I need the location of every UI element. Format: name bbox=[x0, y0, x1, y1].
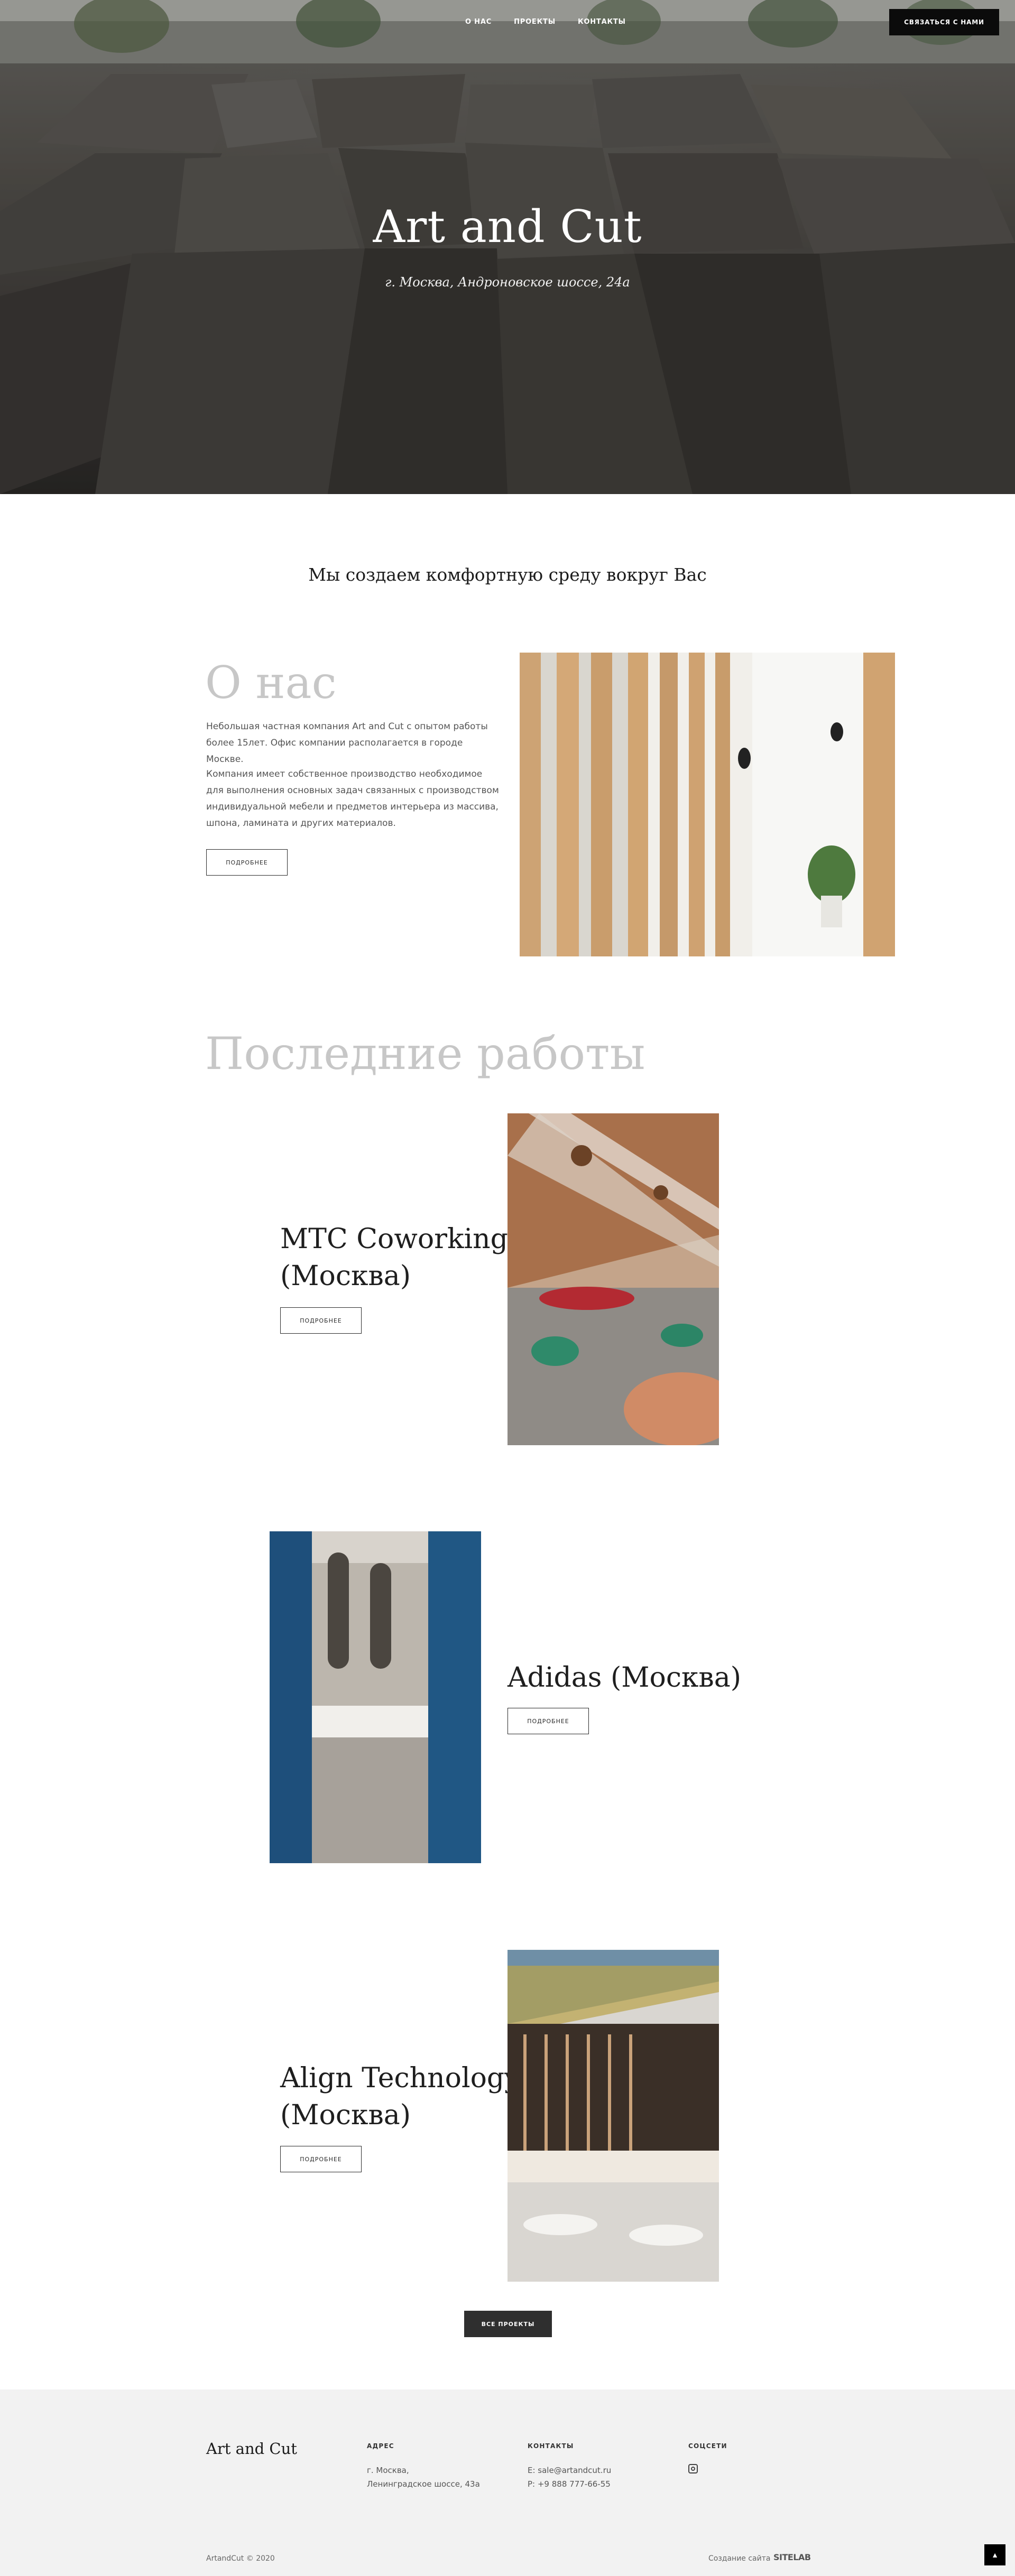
project-adidas-more-button[interactable]: Подробнее bbox=[508, 1708, 589, 1734]
project-title-line-2: (Москва) bbox=[280, 1260, 411, 1292]
about-paragraph-1: Небольшая частная компания Art and Cut с… bbox=[206, 721, 488, 765]
nav-link-projects[interactable]: Проекты bbox=[514, 18, 556, 26]
footer-social-heading: Соцсети bbox=[688, 2442, 727, 2450]
about-heading: О нас bbox=[205, 657, 337, 709]
project-title-line-2: (Москва) bbox=[280, 2099, 411, 2131]
project-mtc-photo[interactable] bbox=[508, 1113, 719, 1445]
contact-us-button[interactable]: Связаться с нами bbox=[889, 9, 999, 35]
project-align-more-button[interactable]: Подробнее bbox=[280, 2146, 362, 2172]
project-title-adidas: Adidas (Москва) bbox=[508, 1662, 741, 1694]
main-nav: О нас Проекты Контакты bbox=[465, 18, 626, 26]
about-photo bbox=[520, 653, 895, 956]
footer-copyright: ArtandCut © 2020 bbox=[206, 2554, 275, 2563]
all-projects-button[interactable]: Все проекты bbox=[464, 2311, 552, 2337]
footer-contacts-heading: Контакты bbox=[528, 2442, 574, 2450]
hero-subtitle: г. Москва, Андроновское шоссе, 24а bbox=[385, 275, 630, 290]
footer-address-heading: Адрес bbox=[367, 2442, 394, 2450]
tagline: Мы создаем комфортную среду вокруг Вас bbox=[308, 564, 707, 585]
footer: Art and Cut Адрес г. Москва, Ленинградск… bbox=[0, 2389, 1015, 2576]
footer-address-line-2: Ленинградское шоссе, 43а bbox=[367, 2479, 480, 2489]
project-title-align: Align Technology Inc. (Москва) bbox=[280, 2060, 582, 2134]
footer-brand: Art and Cut bbox=[206, 2440, 297, 2458]
about-paragraph-2: Компания имеет собственное производство … bbox=[206, 769, 499, 829]
works-heading: Последние работы bbox=[205, 1028, 645, 1080]
instagram-icon[interactable] bbox=[688, 2464, 698, 2473]
project-title-line-1: MTC Coworking bbox=[280, 1223, 508, 1255]
footer-address-line-1: г. Москва, bbox=[367, 2466, 409, 2475]
project-title-mtc: MTC Coworking (Москва) bbox=[280, 1221, 513, 1295]
hero-title: Art and Cut bbox=[373, 201, 642, 253]
footer-email[interactable]: E: sale@artandcut.ru bbox=[528, 2463, 611, 2477]
nav-link-about[interactable]: О нас bbox=[465, 18, 492, 26]
project-mtc-more-button[interactable]: Подробнее bbox=[280, 1307, 362, 1334]
about-more-button[interactable]: Подробнее bbox=[206, 849, 288, 876]
scroll-to-top-button[interactable]: ▲ bbox=[984, 2544, 1005, 2565]
hero-section: О нас Проекты Контакты Связаться с нами … bbox=[0, 0, 1015, 494]
project-adidas-photo[interactable] bbox=[270, 1531, 481, 1863]
footer-phone[interactable]: P: +9 888 777-66-55 bbox=[528, 2477, 611, 2491]
footer-made-by-label: Создание сайта bbox=[708, 2554, 771, 2563]
chevron-up-icon: ▲ bbox=[991, 2551, 999, 2559]
sitelab-logo[interactable]: SITELAB bbox=[773, 2552, 811, 2562]
nav-link-contacts[interactable]: Контакты bbox=[578, 18, 626, 26]
project-align-photo[interactable] bbox=[508, 1950, 719, 2282]
